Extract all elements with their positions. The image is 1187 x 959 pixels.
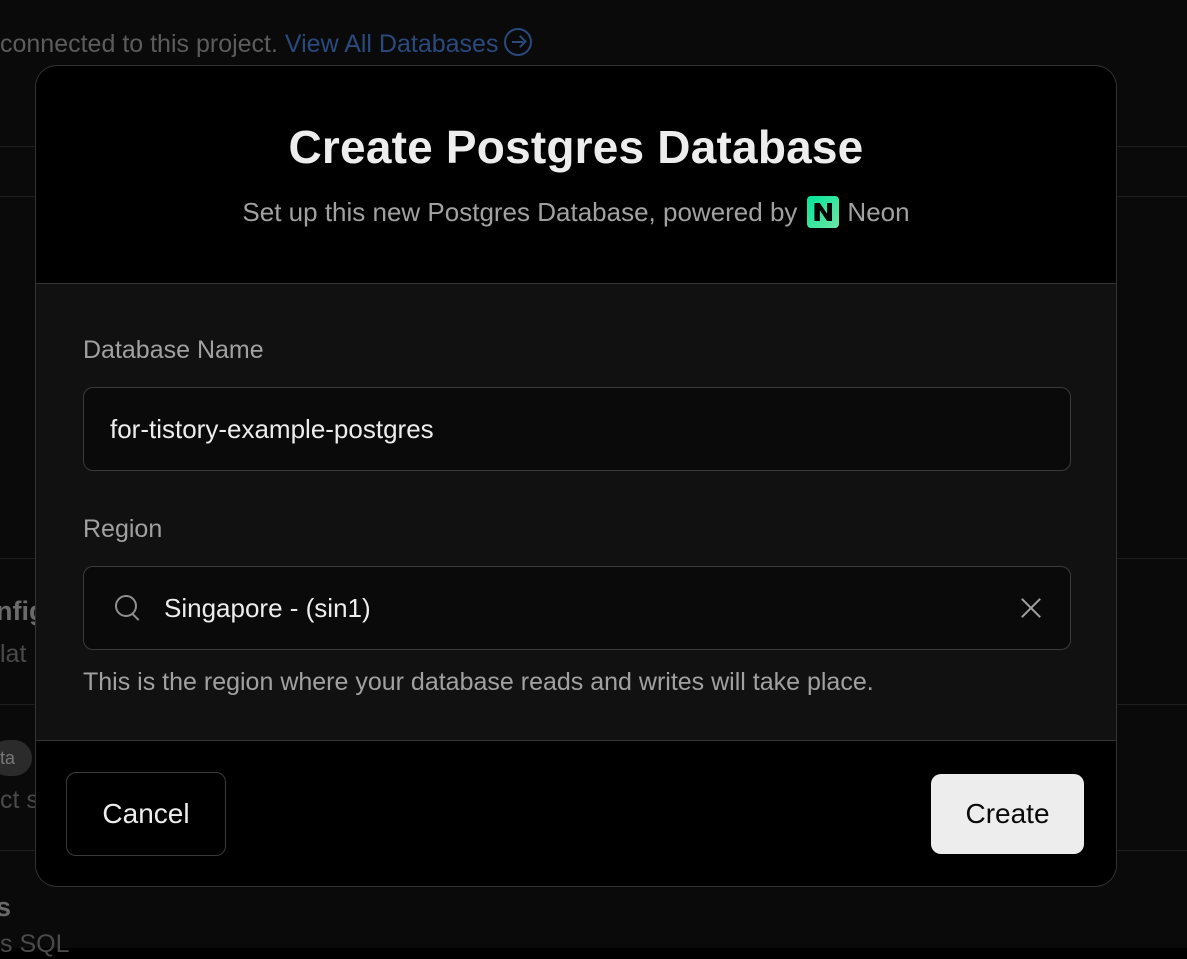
neon-logo-icon (807, 196, 840, 228)
background-description: connected to this project. View All Data… (0, 28, 533, 59)
view-all-databases-link[interactable]: View All Databases (285, 28, 533, 58)
background-text-fragment: lat (0, 640, 27, 668)
provider-name: Neon (847, 196, 910, 227)
arrow-right-circle-icon (504, 28, 533, 57)
create-database-dialog: Create Postgres Database Set up this new… (35, 65, 1117, 887)
close-icon[interactable] (1018, 595, 1044, 621)
dialog-footer: Cancel Create (36, 740, 1116, 886)
region-select[interactable] (83, 566, 1071, 650)
cancel-button[interactable]: Cancel (66, 771, 226, 856)
region-search-input[interactable] (164, 592, 1018, 624)
dialog-header: Create Postgres Database Set up this new… (36, 66, 1116, 284)
background-text-fragment: s SQL (0, 930, 70, 958)
dialog-title: Create Postgres Database (288, 121, 864, 173)
region-label: Region (83, 515, 163, 543)
database-name-input[interactable] (83, 387, 1071, 471)
database-name-label: Database Name (83, 336, 264, 364)
search-icon (114, 594, 142, 622)
create-button[interactable]: Create (931, 773, 1084, 854)
dialog-subtitle: Set up this new Postgres Database, power… (242, 196, 910, 228)
background-heading-fragment: s (0, 892, 12, 922)
background-text-fragment: ct s (0, 786, 39, 814)
background-badge: ta (0, 740, 32, 776)
dialog-body: Database Name Region This is the region … (36, 284, 1116, 741)
region-help-text: This is the region where your database r… (83, 668, 874, 696)
